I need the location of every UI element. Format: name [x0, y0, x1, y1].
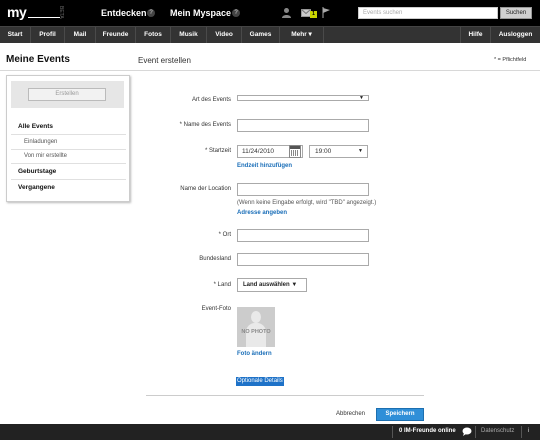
avatar-head-icon [251, 311, 261, 323]
logo-underline [28, 17, 60, 18]
country-select[interactable]: Land auswählen ▼ [237, 278, 307, 292]
privacy-link[interactable]: Datenschutz [481, 428, 514, 434]
myspace-logo[interactable]: my [7, 4, 27, 20]
event-name-label: * Name des Events [179, 122, 231, 128]
country-label: * Land [213, 282, 231, 288]
page-title: Meine Events [6, 54, 70, 65]
city-input[interactable] [237, 229, 369, 242]
user-icon[interactable] [281, 7, 292, 18]
photo-label: Event-Foto [201, 306, 231, 312]
top-bar: my BETA Entdecken ? Mein Myspace ? 1 Eve… [0, 0, 540, 26]
flag-icon[interactable] [322, 7, 331, 18]
location-hint: (Wenn keine Eingabe erfolgt, wird "TBD" … [237, 200, 377, 206]
event-photo-placeholder: NO PHOTO [237, 307, 275, 347]
chevron-down-icon: ▼ [359, 95, 364, 101]
start-time-label: * Startzeit [204, 148, 231, 154]
start-time-value: 19:00 [315, 148, 332, 155]
start-time-select[interactable]: 19:00 ▼ [309, 145, 368, 158]
state-input[interactable] [237, 253, 369, 266]
nav-video[interactable]: Video [207, 27, 242, 43]
discover-link[interactable]: Entdecken [101, 8, 147, 18]
search-input[interactable]: Events suchen [358, 7, 498, 19]
save-button[interactable]: Speichern [376, 408, 424, 421]
chat-bubble-icon[interactable] [462, 427, 472, 436]
nav-logout[interactable]: Ausloggen [490, 27, 540, 43]
my-myspace-link[interactable]: Mein Myspace [170, 8, 231, 18]
mail-count-badge: 1 [310, 11, 317, 18]
nav-music[interactable]: Musik [171, 27, 207, 43]
logo-beta-label: BETA [58, 6, 64, 19]
discover-help-icon[interactable]: ? [147, 9, 155, 17]
footer-bar: 0 IM-Freunde online Datenschutz i [0, 424, 540, 440]
city-label: * Ort [218, 232, 231, 238]
nav-help[interactable]: Hilfe [460, 27, 490, 43]
create-event-button[interactable]: Erstellen [28, 88, 106, 101]
change-photo-link[interactable]: Foto ändern [237, 351, 272, 357]
sidebar-item-birthdays[interactable]: Geburtstage [18, 168, 133, 175]
nav-more[interactable]: Mehr ▾ [280, 27, 324, 43]
sidebar-divider [11, 134, 126, 135]
state-label: Bundesland [199, 256, 231, 262]
footer-divider [521, 426, 522, 438]
nav-start[interactable]: Start [0, 27, 31, 43]
sidebar-divider [11, 179, 126, 180]
footer-divider [392, 426, 393, 438]
event-name-input[interactable] [237, 119, 369, 132]
required-note: * = Pflichtfeld [494, 57, 527, 63]
location-label: Name der Location [180, 186, 231, 192]
nav-photos[interactable]: Fotos [136, 27, 171, 43]
im-friends-online[interactable]: 0 IM-Freunde online [399, 428, 456, 434]
event-type-select[interactable]: ▼ [237, 95, 369, 101]
sidebar-divider [11, 149, 126, 150]
location-input[interactable] [237, 183, 369, 196]
avatar-body-icon [246, 323, 266, 347]
calendar-icon-header [290, 146, 300, 149]
calendar-icon-grid [291, 150, 299, 156]
events-sidebar: Erstellen Alle Events Einladungen Von mi… [6, 75, 130, 202]
sidebar-divider [11, 163, 126, 164]
footer-divider [475, 426, 476, 438]
form-title: Event erstellen [138, 56, 191, 65]
sidebar-item-all-events[interactable]: Alle Events [18, 123, 133, 130]
event-type-label: Art des Events [191, 97, 231, 103]
add-end-time-link[interactable]: Endzeit hinzufügen [237, 163, 292, 169]
calendar-icon[interactable] [289, 145, 301, 158]
cancel-link[interactable]: Abbrechen [336, 411, 365, 417]
main-nav: Start Profil Mail Freunde Fotos Musik Vi… [0, 26, 540, 43]
nav-profile[interactable]: Profil [31, 27, 65, 43]
nav-games[interactable]: Games [242, 27, 280, 43]
header-divider [0, 70, 540, 71]
info-icon[interactable]: i [528, 428, 529, 434]
no-photo-text: NO PHOTO [241, 329, 271, 335]
nav-friends[interactable]: Freunde [96, 27, 136, 43]
sidebar-item-invitations[interactable]: Einladungen [24, 139, 139, 145]
my-myspace-help-icon[interactable]: ? [232, 9, 240, 17]
create-panel: Erstellen [11, 81, 124, 108]
search-button[interactable]: Suchen [500, 7, 532, 19]
sidebar-item-past[interactable]: Vergangene [18, 184, 133, 191]
optional-details-link[interactable]: Optionale Details [236, 377, 284, 386]
chevron-down-icon: ▼ [358, 148, 363, 154]
add-address-link[interactable]: Adresse angeben [237, 210, 287, 216]
form-divider [146, 395, 424, 396]
nav-mail[interactable]: Mail [65, 27, 96, 43]
sidebar-item-created-by-me[interactable]: Von mir erstellte [24, 153, 139, 159]
